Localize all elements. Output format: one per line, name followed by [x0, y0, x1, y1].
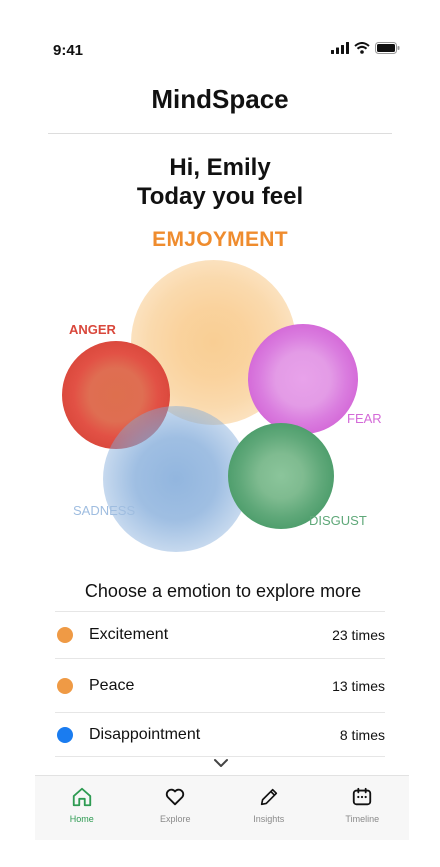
bubble-fear[interactable]: [248, 324, 358, 434]
wifi-icon: [354, 42, 370, 54]
home-icon: [72, 787, 91, 807]
tab-label: Home: [69, 814, 94, 824]
label-anger[interactable]: ANGER: [69, 322, 116, 337]
label-fear[interactable]: FEAR: [347, 411, 382, 426]
explore-section-title: Choose a emotion to explore more: [84, 581, 362, 601]
tab-home[interactable]: Home: [35, 776, 129, 840]
header-divider: [48, 133, 392, 134]
list-item-peace[interactable]: Peace 13 times: [55, 658, 385, 712]
label-disgust[interactable]: DISGUST: [309, 513, 367, 528]
tab-explore[interactable]: Explore: [129, 776, 223, 840]
tab-label: Timeline: [345, 814, 380, 824]
greeting-name: Hi, Emily: [169, 154, 271, 181]
emotion-count: 8 times: [339, 726, 385, 743]
emotion-bubble-chart: ANGER FEAR SADNESS DISGUST: [0, 250, 440, 560]
emotion-name: Disappointment: [89, 725, 201, 743]
battery-icon: [375, 42, 400, 54]
pencil-icon: [260, 788, 277, 806]
calendar-icon: [353, 787, 372, 806]
tab-label: Insights: [253, 814, 285, 824]
tab-timeline[interactable]: Timeline: [316, 776, 410, 840]
heart-icon: [166, 788, 185, 806]
tab-label: Explore: [159, 814, 191, 824]
emotion-list: Excitement 23 times Peace 13 times Disap…: [55, 611, 385, 757]
excitement-dot: [57, 627, 73, 643]
list-item-excitement[interactable]: Excitement 23 times: [55, 611, 385, 658]
emotion-count: 23 times: [332, 627, 385, 643]
greeting: Hi, Emily Today you feel: [0, 153, 440, 211]
signal-icon: [331, 42, 349, 54]
emotion-name: Peace: [89, 676, 135, 694]
current-emotion-label: EMJOYMENT: [152, 228, 288, 251]
list-item-disappointment[interactable]: Disappointment 8 times: [55, 712, 385, 757]
tab-bar: Home Explore Insights Timeline: [35, 775, 409, 840]
chevron-down-icon[interactable]: [212, 757, 230, 769]
disappointment-dot: [57, 726, 73, 743]
greeting-subtitle: Today you feel: [136, 183, 304, 210]
peace-dot: [57, 677, 73, 694]
emotion-name: Excitement: [89, 626, 169, 643]
status-icons: [331, 42, 400, 54]
tab-insights[interactable]: Insights: [222, 776, 316, 840]
label-sadness[interactable]: SADNESS: [73, 503, 135, 518]
app-title: MindSpace: [151, 84, 289, 114]
status-bar: 9:41: [0, 0, 440, 70]
status-time: 9:41: [53, 42, 84, 59]
emotion-count: 13 times: [332, 677, 385, 694]
